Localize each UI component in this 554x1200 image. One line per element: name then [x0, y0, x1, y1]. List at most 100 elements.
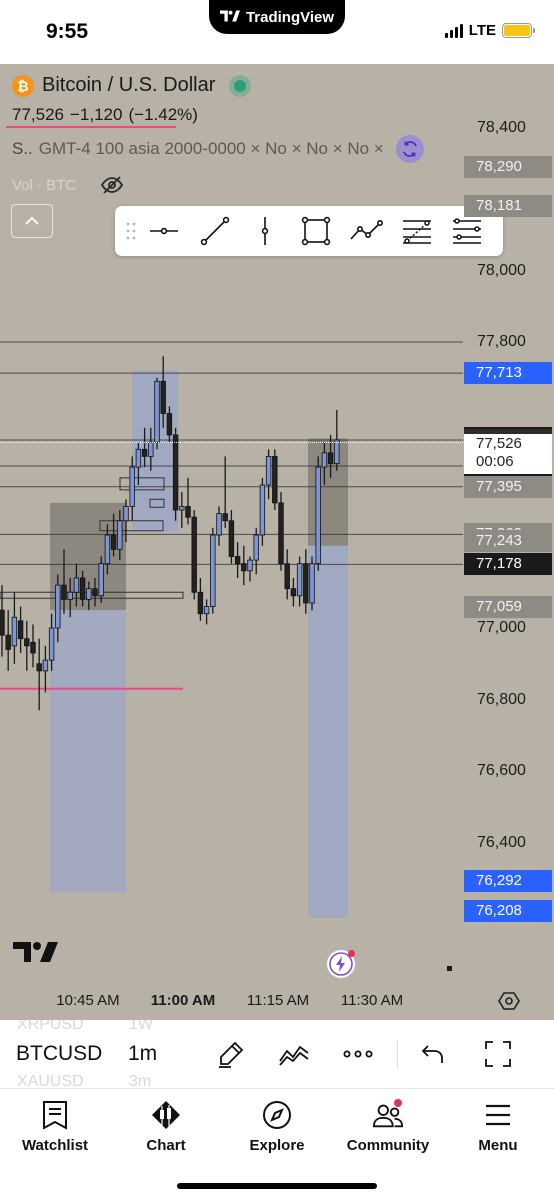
price-axis-label: 76,600	[477, 762, 526, 779]
volume-label: Vol · BTC	[12, 176, 77, 194]
price-chart[interactable]	[0, 64, 463, 988]
price-tag: 77,178	[464, 553, 552, 576]
undo-icon	[421, 1045, 443, 1063]
tab-label: Community	[346, 1137, 430, 1154]
time-axis[interactable]: 10:45 AM 11:00 AM 11:15 AM 11:30 AM	[0, 988, 554, 1020]
fullscreen-button[interactable]	[482, 1038, 514, 1070]
trend-line-icon	[200, 216, 229, 246]
indicator-name[interactable]: S..	[12, 139, 33, 159]
rectangle-icon	[301, 216, 330, 246]
tab-explore[interactable]: Explore	[222, 1099, 332, 1154]
candle-body	[166, 413, 173, 436]
candle-body	[17, 620, 24, 640]
candle-body	[55, 584, 61, 629]
chart-settings-button[interactable]	[498, 990, 520, 1012]
indicator-params: GMT-4 100 asia 2000-0000 × No × No × No …	[38, 139, 384, 158]
rectangle-tool[interactable]	[291, 206, 342, 256]
price-axis-label: 76,800	[477, 690, 526, 708]
time-label: 10:45 AM	[56, 992, 120, 1009]
volume-legend[interactable]: Vol · BTC	[12, 173, 424, 197]
symbol-toolbar[interactable]: XRPUSD 1W XAUUSD 3m BTCUSD 1m	[0, 1020, 554, 1088]
community-icon	[372, 1099, 404, 1131]
chevron-up-icon	[25, 216, 39, 225]
price-change: −1,120	[70, 105, 123, 124]
candle-body	[228, 520, 235, 557]
legend-highlight	[6, 126, 176, 128]
eye-off-icon[interactable]	[100, 173, 124, 197]
candle-body	[296, 563, 303, 597]
drag-handle-icon[interactable]	[123, 219, 139, 243]
tradingview-logo	[13, 940, 59, 969]
candle-body	[79, 577, 86, 600]
drawing-toolbar[interactable]	[115, 206, 503, 256]
symbol-selector[interactable]: BTCUSD	[16, 1042, 102, 1066]
candle-body	[185, 506, 191, 518]
sync-icon[interactable]	[395, 135, 424, 163]
chart-icon	[150, 1099, 182, 1131]
indicator-legend[interactable]: S.. GMT-4 100 asia 2000-0000 × No × No ×…	[12, 135, 424, 163]
interval-selector[interactable]: 1m	[128, 1042, 157, 1066]
price-summary: 77,526 −1,120 (−1.42%)	[12, 105, 424, 125]
candle-body	[315, 466, 321, 565]
candle-body	[24, 638, 30, 647]
notification-badge	[394, 1099, 402, 1107]
chart-area[interactable]: ₿ Bitcoin / U.S. Dollar 77,526 −1,120 (−…	[0, 64, 554, 1020]
scroll-indicator	[447, 966, 452, 971]
tab-chart[interactable]: Chart	[111, 1099, 221, 1154]
tab-label: Explore	[249, 1137, 305, 1154]
home-indicator	[177, 1183, 377, 1189]
price-axis-label: 77,000	[477, 619, 526, 636]
candle-body	[172, 434, 179, 511]
tab-menu[interactable]: Menu	[443, 1099, 553, 1154]
candle-body	[179, 506, 185, 511]
tab-watchlist[interactable]: Watchlist	[0, 1099, 110, 1154]
candle-countdown: 00:06	[476, 453, 514, 470]
collapse-legend-button[interactable]	[11, 204, 53, 238]
fib-retracement-tool[interactable]	[392, 206, 443, 256]
alert-button[interactable]	[327, 950, 355, 978]
price-tag: 78,290	[464, 155, 552, 178]
horizontal-line-tool[interactable]	[139, 206, 190, 256]
vertical-line-tool[interactable]	[240, 206, 291, 256]
path-tool[interactable]	[341, 206, 392, 256]
trend-line-tool[interactable]	[190, 206, 241, 256]
drawing-tools-button[interactable]	[215, 1038, 247, 1070]
fib-retracement-icon	[402, 220, 431, 244]
price-change-percent: (−1.42%)	[128, 105, 198, 124]
more-options-button[interactable]	[342, 1038, 374, 1070]
last-price-value: 77,526	[12, 105, 64, 124]
candle-body	[129, 466, 135, 507]
candle-body	[259, 484, 266, 536]
candle-body	[253, 534, 259, 561]
menu-icon	[482, 1099, 514, 1131]
candle-body	[321, 452, 328, 468]
last-price-line	[0, 442, 463, 443]
ghost-symbol-above: XRPUSD	[17, 1020, 84, 1033]
candle-body	[278, 502, 284, 565]
candle-body	[86, 588, 92, 600]
undo-button[interactable]	[417, 1038, 449, 1070]
candle-body	[197, 591, 204, 615]
candle-body	[11, 616, 18, 647]
indicators-button[interactable]	[278, 1038, 310, 1070]
tab-community[interactable]: Community	[333, 1099, 443, 1154]
signal-icon	[444, 23, 463, 38]
symbol-title[interactable]: Bitcoin / U.S. Dollar	[42, 74, 215, 97]
price-axis[interactable]: 78,400 78,000 77,800 77,000 76,800 76,600 76,4…	[463, 64, 554, 1020]
candle-body	[303, 563, 309, 604]
candle-body	[191, 516, 197, 593]
price-tag: 77,395	[464, 475, 552, 498]
toolbar-divider	[397, 1040, 398, 1068]
chart-legend[interactable]: ₿ Bitcoin / U.S. Dollar 77,526 −1,120 (−…	[12, 74, 424, 197]
battery-icon	[502, 23, 535, 38]
candle-body	[110, 534, 117, 550]
bottom-tab-bar[interactable]: Watchlist Chart Explore Community Menu	[0, 1088, 554, 1200]
market-open-icon	[229, 74, 252, 97]
tab-label: Chart	[146, 1137, 186, 1154]
status-bar: 9:55 TradingView LTE	[0, 0, 554, 64]
price-axis-label: 76,400	[477, 833, 526, 851]
current-price-value: 77,526	[476, 435, 522, 452]
tradingview-logo-icon	[219, 9, 240, 25]
candle-body	[234, 556, 241, 565]
price-axis-label: 78,400	[477, 118, 526, 136]
